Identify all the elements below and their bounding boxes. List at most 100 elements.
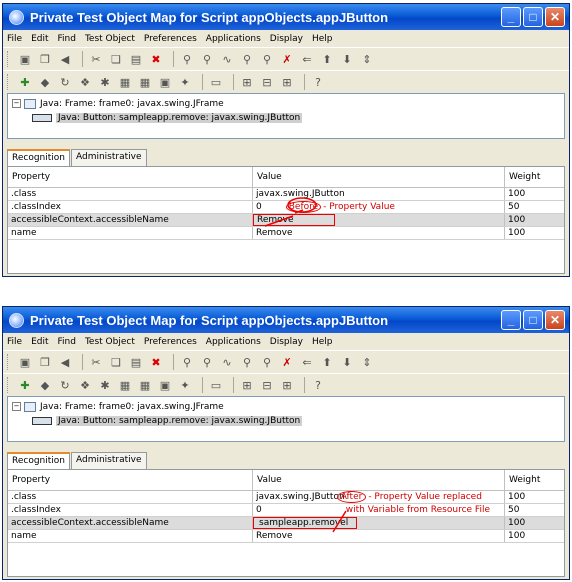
tree-node-frame[interactable]: − Java: Frame: frame0: javax.swing.JFram…	[12, 97, 224, 110]
table-row[interactable]: name Remove 100	[8, 227, 564, 240]
weight-cell[interactable]: 100	[505, 517, 564, 529]
expand-icon[interactable]: ⊞	[239, 74, 255, 90]
menu-test-object[interactable]: Test Object	[85, 337, 135, 347]
merge-icon[interactable]: ⇐	[299, 354, 315, 370]
collapse-toggle-icon[interactable]: −	[12, 99, 21, 108]
copy-icon[interactable]: ❏	[108, 51, 124, 67]
menu-preferences[interactable]: Preferences	[144, 337, 197, 347]
properties-icon[interactable]: ❖	[77, 74, 93, 90]
find-icon[interactable]: ⚲	[179, 51, 195, 67]
copy-icon[interactable]: ❏	[108, 354, 124, 370]
cut-icon[interactable]: ✂	[88, 51, 104, 67]
column-header-value[interactable]: Value	[253, 167, 505, 187]
expand-icon[interactable]: ⊞	[239, 377, 255, 393]
find-next-icon[interactable]: ⚲	[199, 51, 215, 67]
menu-edit[interactable]: Edit	[31, 337, 48, 347]
table-row-selected[interactable]: accessibleContext.accessibleName samplea…	[8, 517, 564, 530]
properties-icon[interactable]: ❖	[77, 377, 93, 393]
find-next-icon[interactable]: ⚲	[199, 354, 215, 370]
tab-recognition[interactable]: Recognition	[7, 452, 70, 469]
insert-object-icon[interactable]: ◆	[37, 74, 53, 90]
toolbar-grip[interactable]	[7, 51, 11, 67]
window-icon[interactable]: ▭	[208, 74, 224, 90]
move-up-icon[interactable]: ⬆	[319, 51, 335, 67]
clear-find-icon[interactable]: ⚲	[259, 354, 275, 370]
minimize-button[interactable]: _	[501, 7, 521, 27]
close-button[interactable]: ✕	[545, 310, 565, 330]
value-cell[interactable]: Remove	[253, 227, 505, 239]
copy-map-icon[interactable]: ❐	[37, 51, 53, 67]
title-bar[interactable]: Private Test Object Map for Script appOb…	[3, 307, 569, 333]
delete-icon[interactable]: ✖	[148, 51, 164, 67]
wand-icon[interactable]: ✦	[177, 74, 193, 90]
delete-icon[interactable]: ✖	[148, 354, 164, 370]
property-cell[interactable]: accessibleContext.accessibleName	[8, 214, 253, 226]
back-icon[interactable]: ◀	[57, 51, 73, 67]
menu-test-object[interactable]: Test Object	[85, 34, 135, 44]
toolbar-grip[interactable]	[7, 354, 11, 370]
column-header-property[interactable]: Property	[8, 470, 253, 490]
link-icon[interactable]: ∿	[219, 51, 235, 67]
maximize-button[interactable]: □	[523, 310, 543, 330]
menu-help[interactable]: Help	[312, 34, 333, 44]
unmatch-icon[interactable]: ✗	[279, 354, 295, 370]
property-cell[interactable]: accessibleContext.accessibleName	[8, 517, 253, 529]
insert-object-icon[interactable]: ◆	[37, 377, 53, 393]
property-cell[interactable]: .class	[8, 188, 253, 200]
grid-icon[interactable]: ▦	[137, 377, 153, 393]
wand-icon[interactable]: ✦	[177, 377, 193, 393]
weight-cell[interactable]: 100	[505, 530, 564, 542]
move-up-icon[interactable]: ⬆	[319, 354, 335, 370]
grid-icon[interactable]: ▦	[137, 74, 153, 90]
window-icon[interactable]: ▭	[208, 377, 224, 393]
value-cell[interactable]: 0 with Variable from Resource File	[253, 504, 505, 516]
merge-icon[interactable]: ⇐	[299, 51, 315, 67]
unmatch-icon[interactable]: ✗	[279, 51, 295, 67]
tools-icon[interactable]: ✱	[97, 377, 113, 393]
property-cell[interactable]: name	[8, 530, 253, 542]
toolbar-grip[interactable]	[7, 377, 11, 393]
move-down-icon[interactable]: ⬇	[339, 51, 355, 67]
grid-view-icon[interactable]: ⊞	[279, 74, 295, 90]
sort-icon[interactable]: ⇕	[359, 51, 375, 67]
menu-display[interactable]: Display	[270, 34, 303, 44]
menu-file[interactable]: File	[7, 34, 22, 44]
value-cell[interactable]: Remove	[253, 214, 505, 226]
save-icon[interactable]: ▣	[17, 51, 33, 67]
tools-icon[interactable]: ✱	[97, 74, 113, 90]
add-object-icon[interactable]: ✚	[17, 74, 33, 90]
weight-cell[interactable]: 100	[505, 491, 564, 503]
minimize-button[interactable]: _	[501, 310, 521, 330]
clear-find-icon[interactable]: ⚲	[259, 51, 275, 67]
column-header-value[interactable]: Value	[253, 470, 505, 490]
image-icon[interactable]: ▣	[157, 74, 173, 90]
table-row[interactable]: .class javax.swing.JButton After - Prope…	[8, 491, 564, 504]
back-icon[interactable]: ◀	[57, 354, 73, 370]
column-header-weight[interactable]: Weight	[505, 470, 564, 490]
value-cell[interactable]: 0 Before - Property Value	[253, 201, 505, 213]
move-down-icon[interactable]: ⬇	[339, 354, 355, 370]
tab-administrative[interactable]: Administrative	[71, 149, 147, 166]
weight-cell[interactable]: 100	[505, 188, 564, 200]
save-icon[interactable]: ▣	[17, 354, 33, 370]
column-header-weight[interactable]: Weight	[505, 167, 564, 187]
image-icon[interactable]: ▣	[157, 377, 173, 393]
refresh-icon[interactable]: ↻	[57, 377, 73, 393]
menu-find[interactable]: Find	[58, 34, 76, 44]
property-cell[interactable]: name	[8, 227, 253, 239]
table-icon[interactable]: ▦	[117, 377, 133, 393]
add-object-icon[interactable]: ✚	[17, 377, 33, 393]
menu-display[interactable]: Display	[270, 337, 303, 347]
weight-cell[interactable]: 50	[505, 504, 564, 516]
copy-map-icon[interactable]: ❐	[37, 354, 53, 370]
menu-edit[interactable]: Edit	[31, 34, 48, 44]
weight-cell[interactable]: 50	[505, 201, 564, 213]
find-icon[interactable]: ⚲	[179, 354, 195, 370]
table-row[interactable]: name Remove 100	[8, 530, 564, 543]
property-cell[interactable]: .class	[8, 491, 253, 503]
column-header-property[interactable]: Property	[8, 167, 253, 187]
help-icon[interactable]: ?	[310, 74, 326, 90]
cut-icon[interactable]: ✂	[88, 354, 104, 370]
tree-node-button[interactable]: Java: Button: sampleapp.remove: javax.sw…	[32, 111, 303, 124]
table-row[interactable]: .classIndex 0 with Variable from Resourc…	[8, 504, 564, 517]
